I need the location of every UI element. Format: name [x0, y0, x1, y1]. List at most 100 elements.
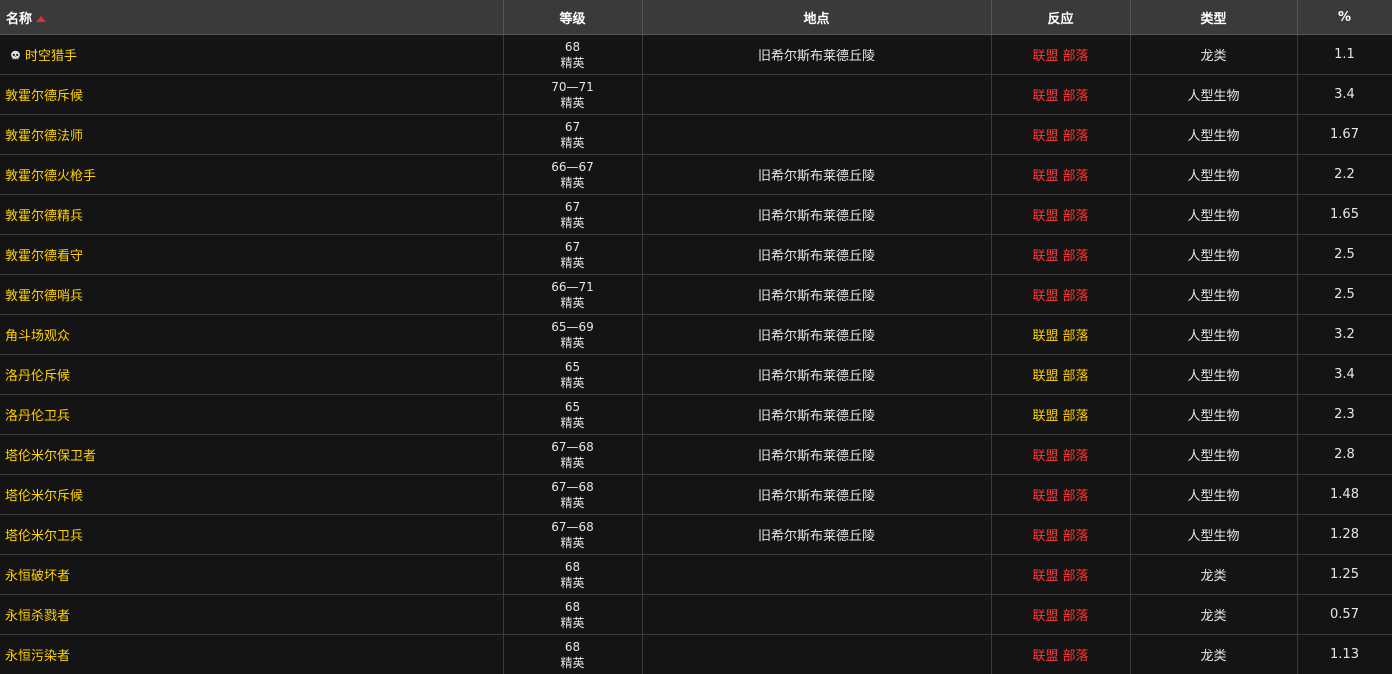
level-classification: 精英: [560, 95, 585, 110]
table-row: 永恒杀戮者 68 精英 联盟 部落 龙类 0.57: [0, 594, 1392, 635]
reaction-alliance: 联盟: [1032, 569, 1059, 584]
cell-reaction: 联盟 部落: [991, 514, 1131, 555]
npc-name-link[interactable]: 敦霍尔德看守: [5, 249, 83, 264]
cell-location: 旧希尔斯布莱德丘陵: [642, 274, 992, 315]
cell-reaction: 联盟 部落: [991, 74, 1131, 115]
cell-location: 旧希尔斯布莱德丘陵: [642, 354, 992, 395]
cell-reaction: 联盟 部落: [991, 314, 1131, 355]
cell-type: 人型生物: [1130, 474, 1298, 515]
level-range: 65: [564, 399, 581, 414]
level-classification: 精英: [560, 575, 585, 590]
cell-percent: 2.2: [1297, 154, 1392, 195]
cell-type: 人型生物: [1130, 154, 1298, 195]
npc-name-link[interactable]: 塔伦米尔斥候: [5, 489, 83, 504]
reaction-horde: 部落: [1062, 329, 1089, 344]
cell-name: 敦霍尔德哨兵: [0, 274, 504, 315]
cell-location: 旧希尔斯布莱德丘陵: [642, 514, 992, 555]
column-header-level[interactable]: 等级: [503, 0, 643, 35]
level-range: 68: [564, 639, 581, 654]
reaction-alliance: 联盟: [1032, 89, 1059, 104]
cell-percent: 1.28: [1297, 514, 1392, 555]
reaction-alliance: 联盟: [1032, 329, 1059, 344]
cell-reaction: 联盟 部落: [991, 354, 1131, 395]
cell-type: 人型生物: [1130, 114, 1298, 155]
cell-name: 敦霍尔德法师: [0, 114, 504, 155]
reaction-horde: 部落: [1062, 649, 1089, 664]
column-header-percent[interactable]: %: [1297, 0, 1392, 35]
column-header-type[interactable]: 类型: [1130, 0, 1298, 35]
cell-level: 65 精英: [503, 394, 643, 435]
level-range: 67—68: [551, 439, 594, 454]
table-row: 永恒污染者 68 精英 联盟 部落 龙类 1.13: [0, 634, 1392, 674]
table-row: 敦霍尔德哨兵 66—71 精英 旧希尔斯布莱德丘陵 联盟 部落 人型生物 2.5: [0, 274, 1392, 315]
npc-name-link[interactable]: 永恒破坏者: [5, 569, 70, 584]
cell-location: 旧希尔斯布莱德丘陵: [642, 34, 992, 75]
table-row: 敦霍尔德精兵 67 精英 旧希尔斯布莱德丘陵 联盟 部落 人型生物 1.65: [0, 194, 1392, 235]
level-range: 66—71: [551, 279, 594, 294]
cell-level: 68 精英: [503, 34, 643, 75]
cell-percent: 1.65: [1297, 194, 1392, 235]
reaction-horde: 部落: [1062, 369, 1089, 384]
npc-name-link[interactable]: 敦霍尔德哨兵: [5, 289, 83, 304]
column-header-name[interactable]: 名称: [0, 0, 504, 35]
cell-type: 人型生物: [1130, 394, 1298, 435]
table-row: 时空猎手 68 精英 旧希尔斯布莱德丘陵 联盟 部落 龙类 1.1: [0, 34, 1392, 75]
reaction-horde: 部落: [1062, 209, 1089, 224]
cell-type: 人型生物: [1130, 514, 1298, 555]
cell-percent: 3.2: [1297, 314, 1392, 355]
cell-name: 塔伦米尔保卫者: [0, 434, 504, 475]
npc-table: 名称 等级 地点 反应 类型 % 时空猎手 68 精英 旧希尔斯布莱德丘陵 联盟 部落 龙类…: [0, 0, 1392, 674]
cell-location: [642, 594, 992, 635]
sort-ascending-icon: [36, 15, 47, 22]
cell-name: 塔伦米尔斥候: [0, 474, 504, 515]
cell-type: 人型生物: [1130, 314, 1298, 355]
cell-percent: 3.4: [1297, 354, 1392, 395]
table-row: 永恒破坏者 68 精英 联盟 部落 龙类 1.25: [0, 554, 1392, 595]
cell-location: 旧希尔斯布莱德丘陵: [642, 194, 992, 235]
cell-reaction: 联盟 部落: [991, 474, 1131, 515]
cell-percent: 0.57: [1297, 594, 1392, 635]
npc-name-link[interactable]: 永恒污染者: [5, 649, 70, 664]
cell-location: 旧希尔斯布莱德丘陵: [642, 394, 992, 435]
cell-level: 67—68 精英: [503, 474, 643, 515]
level-range: 65: [564, 359, 581, 374]
npc-name-link[interactable]: 敦霍尔德斥候: [5, 89, 83, 104]
cell-name: 角斗场观众: [0, 314, 504, 355]
reaction-alliance: 联盟: [1032, 49, 1059, 64]
reaction-alliance: 联盟: [1032, 129, 1059, 144]
cell-location: 旧希尔斯布莱德丘陵: [642, 154, 992, 195]
npc-name-link[interactable]: 敦霍尔德精兵: [5, 209, 83, 224]
npc-name-link[interactable]: 塔伦米尔卫兵: [5, 529, 83, 544]
reaction-alliance: 联盟: [1032, 609, 1059, 624]
cell-name: 洛丹伦斥候: [0, 354, 504, 395]
npc-name-link[interactable]: 洛丹伦卫兵: [5, 409, 70, 424]
reaction-horde: 部落: [1062, 289, 1089, 304]
npc-name-link[interactable]: 敦霍尔德火枪手: [5, 169, 96, 184]
cell-reaction: 联盟 部落: [991, 234, 1131, 275]
cell-type: 人型生物: [1130, 354, 1298, 395]
npc-name-link[interactable]: 角斗场观众: [5, 329, 70, 344]
column-header-name-label: 名称: [6, 11, 33, 27]
npc-name-link[interactable]: 塔伦米尔保卫者: [5, 449, 96, 464]
reaction-alliance: 联盟: [1032, 489, 1059, 504]
cell-level: 70—71 精英: [503, 74, 643, 115]
level-classification: 精英: [560, 335, 585, 350]
table-row: 角斗场观众 65—69 精英 旧希尔斯布莱德丘陵 联盟 部落 人型生物 3.2: [0, 314, 1392, 355]
table-header: 名称 等级 地点 反应 类型 %: [0, 0, 1392, 35]
cell-percent: 1.25: [1297, 554, 1392, 595]
npc-name-link[interactable]: 时空猎手: [25, 49, 77, 64]
cell-percent: 1.1: [1297, 34, 1392, 75]
cell-type: 龙类: [1130, 554, 1298, 595]
reaction-alliance: 联盟: [1032, 449, 1059, 464]
reaction-alliance: 联盟: [1032, 289, 1059, 304]
cell-type: 人型生物: [1130, 234, 1298, 275]
npc-name-link[interactable]: 永恒杀戮者: [5, 609, 70, 624]
column-header-reaction[interactable]: 反应: [991, 0, 1131, 35]
cell-level: 68 精英: [503, 634, 643, 674]
cell-reaction: 联盟 部落: [991, 274, 1131, 315]
cell-level: 67—68 精英: [503, 434, 643, 475]
npc-name-link[interactable]: 洛丹伦斥候: [5, 369, 70, 384]
cell-location: 旧希尔斯布莱德丘陵: [642, 474, 992, 515]
column-header-location[interactable]: 地点: [642, 0, 992, 35]
npc-name-link[interactable]: 敦霍尔德法师: [5, 129, 83, 144]
